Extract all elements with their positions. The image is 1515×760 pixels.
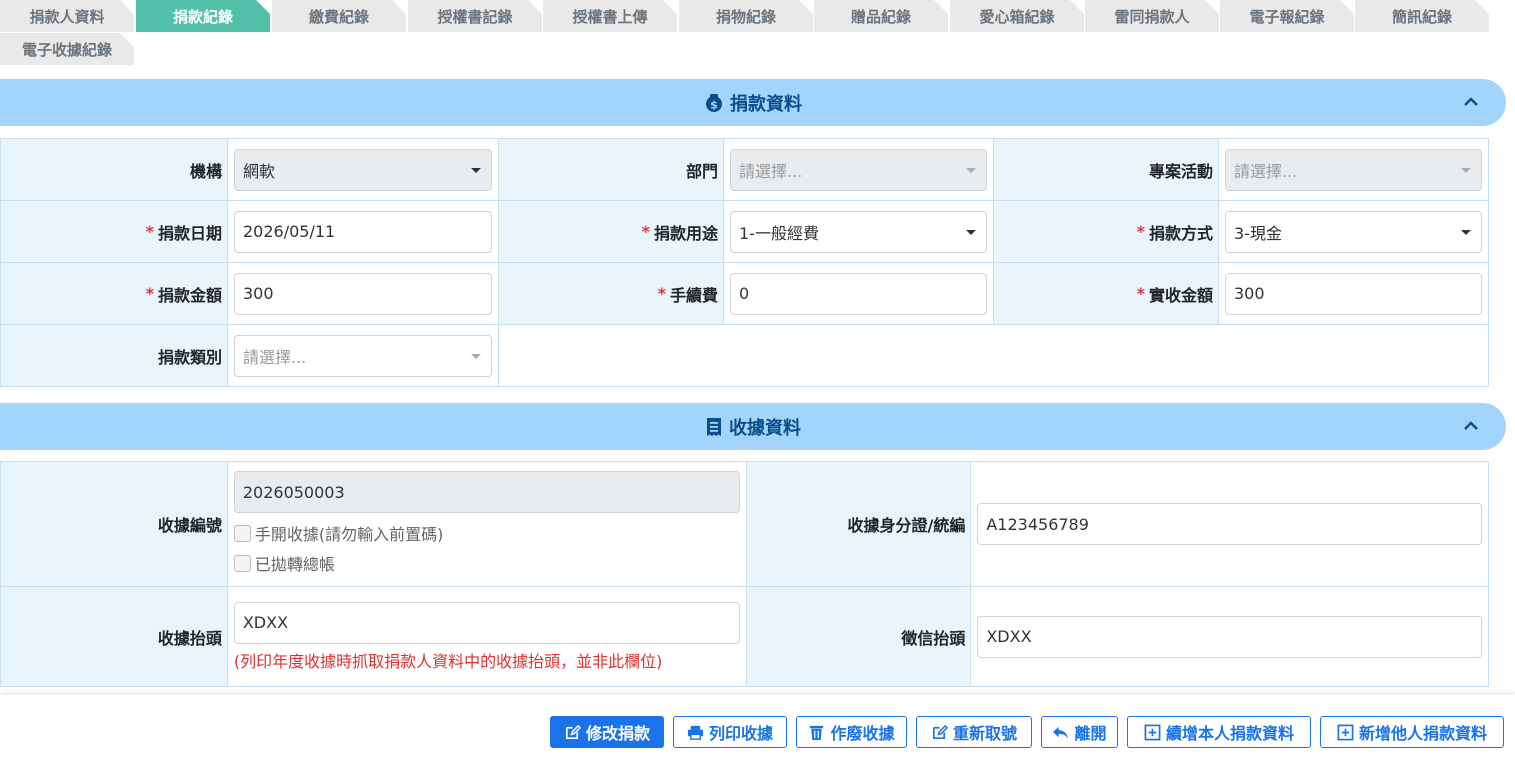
chevron-up-icon[interactable] — [1462, 417, 1480, 435]
tab-authorization-upload[interactable]: 授權書上傳 — [543, 0, 677, 32]
tab-charity-box[interactable]: 愛心箱紀錄 — [950, 0, 1084, 32]
edit-donation-button[interactable]: 修改捐款 — [550, 716, 664, 748]
trash-icon — [810, 725, 824, 740]
received-label: * 實收金額 — [994, 263, 1219, 324]
donation-form: 機構 網軟 部門 請選擇... 專案活動 請選擇... * 捐款日期 2026/0… — [0, 138, 1489, 387]
amount-label: * 捐款金額 — [1, 263, 228, 324]
tab-donation-records[interactable]: 捐款紀錄 — [136, 0, 270, 32]
letter-header-label: 徵信抬頭 — [746, 587, 972, 686]
receipt-id-input[interactable]: A123456789 — [977, 503, 1482, 545]
tab-donor-info[interactable]: 捐款人資料 — [0, 0, 134, 32]
donation-section-header[interactable]: $ 捐款資料 — [0, 79, 1506, 126]
tab-goods-donation[interactable]: 捐物紀錄 — [679, 0, 813, 32]
project-label: 專案活動 — [994, 139, 1219, 200]
tab-payment-records[interactable]: 繳費紀錄 — [272, 0, 406, 32]
printer-icon — [687, 725, 704, 740]
receipt-header-input[interactable]: XDXX — [233, 601, 740, 644]
dept-select[interactable]: 請選擇... — [730, 148, 987, 191]
fee-input[interactable]: 0 — [730, 272, 987, 315]
method-select[interactable]: 3-現金 — [1225, 210, 1482, 253]
money-bag-icon: $ — [706, 93, 722, 112]
chevron-up-icon[interactable] — [1462, 93, 1480, 111]
tab-authorization-records[interactable]: 授權書記錄 — [408, 0, 542, 32]
tab-sms-records[interactable]: 簡訊紀錄 — [1355, 0, 1489, 32]
add-self-donation-button[interactable]: 續增本人捐款資料 — [1127, 716, 1311, 748]
action-toolbar: 修改捐款 列印收據 作廢收據 重新取號 離開 續增本人捐款資料 新增他人捐款資料 — [0, 695, 1515, 760]
receipt-number-input[interactable]: 2026050003 — [233, 471, 740, 513]
tab-e-receipt[interactable]: 電子收據紀錄 — [0, 33, 134, 65]
edit-icon — [565, 724, 581, 739]
fee-label: * 手續費 — [499, 263, 724, 324]
transferred-ledger-checkbox[interactable]: 已拋轉總帳 — [233, 551, 740, 575]
donation-section-title: 捐款資料 — [730, 93, 802, 115]
donation-date-input[interactable]: 2026/05/11 — [234, 210, 492, 253]
receipt-icon — [707, 417, 721, 436]
plus-square-icon — [1144, 724, 1161, 740]
add-other-donation-button[interactable]: 新增他人捐款資料 — [1320, 716, 1504, 748]
amount-input[interactable]: 300 — [234, 272, 492, 315]
receipt-form: 收據編號 2026050003 手開收據(請勿輸入前置碼) 已拋轉總帳 收據身分… — [0, 461, 1489, 687]
receipt-header-note: (列印年度收據時抓取捐款人資料中的收據抬頭，並非此欄位) — [233, 651, 663, 671]
receipt-header-label: 收據抬頭 — [1, 587, 228, 686]
purpose-select[interactable]: 1-一般經費 — [730, 210, 987, 253]
tab-gift-records[interactable]: 贈品紀錄 — [814, 0, 948, 32]
category-label: 捐款類別 — [1, 325, 228, 386]
manual-receipt-checkbox[interactable]: 手開收據(請勿輸入前置碼) — [233, 521, 740, 545]
tab-newsletter[interactable]: 電子報紀錄 — [1220, 0, 1354, 32]
svg-text:$: $ — [710, 98, 718, 111]
edit-icon — [932, 724, 948, 739]
receipt-section-header[interactable]: 收據資料 — [0, 403, 1506, 450]
letter-header-input[interactable]: XDXX — [977, 615, 1482, 658]
method-label: * 捐款方式 — [994, 201, 1219, 262]
leave-button[interactable]: 離開 — [1041, 716, 1118, 748]
tab-similar-donors[interactable]: 雷同捐款人 — [1085, 0, 1219, 32]
receipt-number-label: 收據編號 — [1, 462, 228, 586]
plus-square-icon — [1337, 724, 1354, 740]
project-select[interactable]: 請選擇... — [1225, 148, 1482, 191]
dept-label: 部門 — [499, 139, 724, 200]
receipt-id-label: 收據身分證/統編 — [746, 462, 972, 586]
org-label: 機構 — [1, 139, 228, 200]
org-select[interactable]: 網軟 — [234, 148, 492, 191]
receipt-section-title: 收據資料 — [729, 417, 801, 439]
purpose-label: * 捐款用途 — [499, 201, 724, 262]
print-receipt-button[interactable]: 列印收據 — [673, 716, 787, 748]
reply-icon — [1053, 726, 1069, 739]
renumber-button[interactable]: 重新取號 — [916, 716, 1032, 748]
date-label: * 捐款日期 — [1, 201, 228, 262]
void-receipt-button[interactable]: 作廢收據 — [796, 716, 907, 748]
category-select[interactable]: 請選擇... — [234, 334, 492, 377]
received-amount-input[interactable]: 300 — [1225, 272, 1482, 315]
